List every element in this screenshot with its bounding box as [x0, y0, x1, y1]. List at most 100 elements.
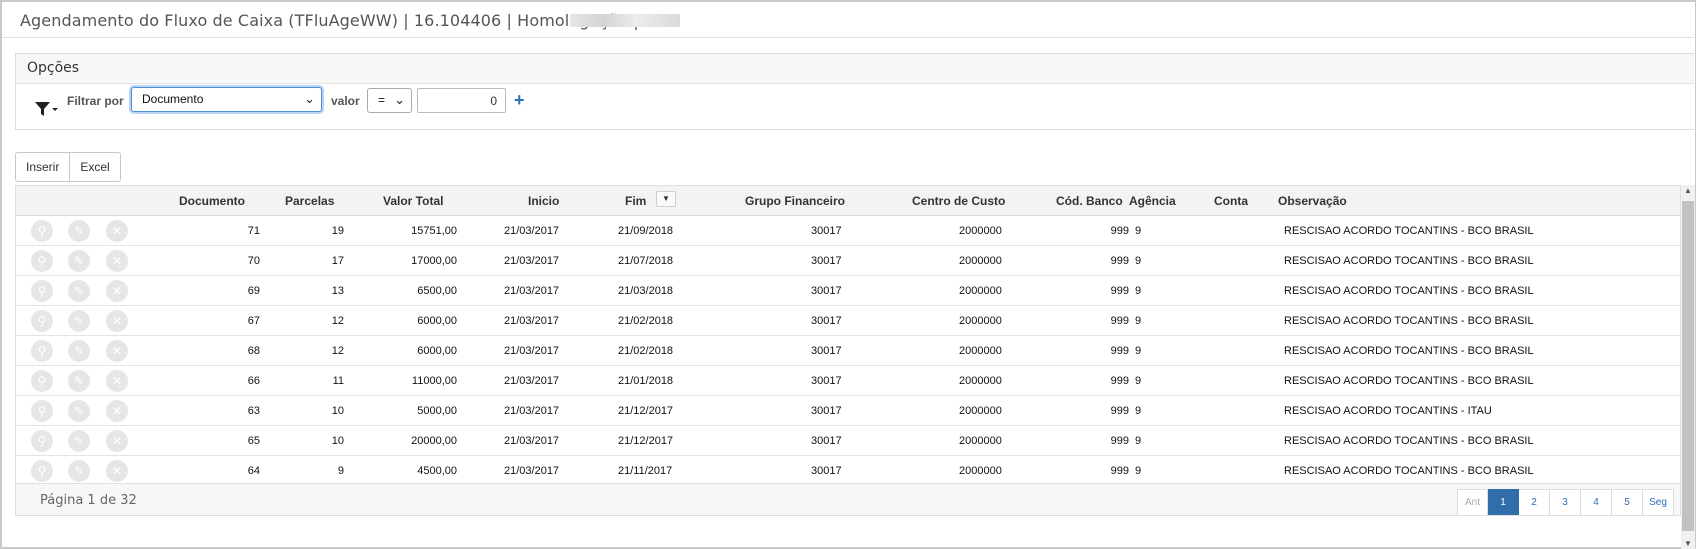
filter-field-value: Documento [142, 92, 204, 106]
delete-icon[interactable]: ✕ [106, 280, 128, 302]
search-icon[interactable]: ⚲ [31, 370, 53, 392]
cell-grupo-financeiro: 30017 [811, 345, 842, 357]
cell-inicio: 21/03/2017 [504, 315, 560, 327]
cell-valor-total: 4500,00 [417, 465, 457, 477]
operator-select[interactable]: = ⌄ [367, 88, 412, 113]
plus-icon[interactable]: + [514, 90, 525, 111]
edit-icon[interactable]: ✎ [68, 310, 90, 332]
table-row[interactable]: ⚲ ✎ ✕ 64 9 4500,00 21/03/2017 21/11/2017 30017 20… [16, 456, 1680, 486]
table-body: ⚲ ✎ ✕ 71 19 15751,00 21/03/2017 21/09/2018 30017… [16, 216, 1680, 515]
delete-icon[interactable]: ✕ [106, 340, 128, 362]
cell-grupo-financeiro: 30017 [811, 405, 842, 417]
col-parcelas[interactable]: Parcelas [285, 194, 334, 208]
funnel-icon[interactable] [33, 98, 59, 120]
cell-documento: 68 [247, 345, 260, 357]
insert-button[interactable]: Inserir [15, 152, 71, 182]
cell-documento: 66 [247, 375, 260, 387]
col-observacao[interactable]: Observação [1278, 194, 1347, 208]
edit-icon[interactable]: ✎ [68, 370, 90, 392]
redacted-username [570, 14, 680, 27]
table-row[interactable]: ⚲ ✎ ✕ 66 11 11000,00 21/03/2017 21/01/2018 30017… [16, 366, 1680, 396]
page-button-5[interactable]: 5 [1612, 489, 1643, 515]
col-valor-total[interactable]: Valor Total [383, 194, 443, 208]
col-agencia[interactable]: Agência [1129, 194, 1176, 208]
cell-fim: 21/01/2018 [618, 375, 674, 387]
cell-grupo-financeiro: 30017 [811, 255, 842, 267]
delete-icon[interactable]: ✕ [106, 220, 128, 242]
search-icon[interactable]: ⚲ [31, 460, 53, 482]
edit-icon[interactable]: ✎ [68, 460, 90, 482]
scroll-down-icon[interactable]: ▼ [1684, 539, 1692, 548]
cell-observacao: RESCISAO ACORDO TOCANTINS - ITAU [1284, 405, 1492, 417]
options-panel-title: Opções [16, 54, 1694, 84]
table-row[interactable]: ⚲ ✎ ✕ 63 10 5000,00 21/03/2017 21/12/2017 30017 2… [16, 396, 1680, 426]
filter-value-input[interactable]: 0 [417, 88, 506, 113]
col-inicio[interactable]: Inicio [528, 194, 559, 208]
delete-icon[interactable]: ✕ [106, 310, 128, 332]
cell-fim: 21/11/2017 [618, 465, 673, 477]
prev-page-button[interactable]: Ant [1457, 489, 1488, 515]
edit-icon[interactable]: ✎ [68, 340, 90, 362]
cell-inicio: 21/03/2017 [504, 255, 560, 267]
search-icon[interactable]: ⚲ [31, 280, 53, 302]
page-button-4[interactable]: 4 [1581, 489, 1612, 515]
cell-fim: 21/12/2017 [618, 435, 674, 447]
table-row[interactable]: ⚲ ✎ ✕ 70 17 17000,00 21/03/2017 21/07/2018 30017… [16, 246, 1680, 276]
cell-centro-de-custo: 2000000 [959, 465, 1002, 477]
search-icon[interactable]: ⚲ [31, 310, 53, 332]
edit-icon[interactable]: ✎ [68, 220, 90, 242]
search-icon[interactable]: ⚲ [31, 400, 53, 422]
col-cod-banco[interactable]: Cód. Banco [1056, 194, 1123, 208]
page-button-1[interactable]: 1 [1488, 489, 1519, 515]
options-panel: Opções Filtrar por Documento ⌄ valor = ⌄… [15, 53, 1694, 130]
cell-observacao: RESCISAO ACORDO TOCANTINS - BCO BRASIL [1284, 285, 1534, 297]
col-grupo-financeiro[interactable]: Grupo Financeiro [745, 194, 845, 208]
table-row[interactable]: ⚲ ✎ ✕ 67 12 6000,00 21/03/2017 21/02/2018 30017 2… [16, 306, 1680, 336]
delete-icon[interactable]: ✕ [106, 430, 128, 452]
delete-icon[interactable]: ✕ [106, 400, 128, 422]
edit-icon[interactable]: ✎ [68, 400, 90, 422]
next-page-button[interactable]: Seg [1643, 489, 1674, 515]
cell-fim: 21/02/2018 [618, 315, 674, 327]
cell-cod-banco: 999 [1110, 465, 1129, 477]
cell-centro-de-custo: 2000000 [959, 255, 1002, 267]
edit-icon[interactable]: ✎ [68, 430, 90, 452]
cell-valor-total: 6000,00 [417, 345, 457, 357]
vertical-scrollbar[interactable]: ▲ ▼ [1681, 185, 1695, 549]
cell-parcelas: 19 [331, 225, 344, 237]
page-info: Página 1 de 32 [40, 493, 137, 508]
filter-field-select[interactable]: Documento ⌄ [131, 87, 322, 112]
table-row[interactable]: ⚲ ✎ ✕ 71 19 15751,00 21/03/2017 21/09/2018 30017… [16, 216, 1680, 246]
search-icon[interactable]: ⚲ [31, 430, 53, 452]
table-footer: Página 1 de 32 Ant 1 2 3 4 5 Seg [16, 483, 1680, 515]
scrollbar-thumb[interactable] [1682, 201, 1694, 531]
cell-grupo-financeiro: 30017 [811, 285, 842, 297]
page-button-3[interactable]: 3 [1550, 489, 1581, 515]
cell-valor-total: 17000,00 [411, 255, 457, 267]
cell-valor-total: 15751,00 [411, 225, 457, 237]
delete-icon[interactable]: ✕ [106, 250, 128, 272]
excel-button[interactable]: Excel [70, 152, 121, 182]
chevron-down-icon: ⌄ [304, 91, 315, 106]
delete-icon[interactable]: ✕ [106, 460, 128, 482]
col-documento[interactable]: Documento [179, 194, 245, 208]
search-icon[interactable]: ⚲ [31, 220, 53, 242]
col-centro-de-custo[interactable]: Centro de Custo [912, 194, 1005, 208]
scroll-up-icon[interactable]: ▲ [1684, 186, 1692, 195]
search-icon[interactable]: ⚲ [31, 340, 53, 362]
cell-agencia: 9 [1135, 465, 1142, 477]
table-row[interactable]: ⚲ ✎ ✕ 68 12 6000,00 21/03/2017 21/02/2018 30017 2… [16, 336, 1680, 366]
table-row[interactable]: ⚲ ✎ ✕ 69 13 6500,00 21/03/2017 21/03/2018 30017 2… [16, 276, 1680, 306]
cell-documento: 64 [247, 465, 260, 477]
search-icon[interactable]: ⚲ [31, 250, 53, 272]
table-row[interactable]: ⚲ ✎ ✕ 65 10 20000,00 21/03/2017 21/12/2017 30017… [16, 426, 1680, 456]
page-button-2[interactable]: 2 [1519, 489, 1550, 515]
col-conta[interactable]: Conta [1214, 194, 1248, 208]
edit-icon[interactable]: ✎ [68, 250, 90, 272]
edit-icon[interactable]: ✎ [68, 280, 90, 302]
cell-valor-total: 11000,00 [411, 375, 457, 387]
col-fim[interactable]: Fim [625, 194, 646, 208]
sort-dropdown-icon[interactable]: ▼ [656, 191, 676, 207]
cell-parcelas: 12 [331, 345, 344, 357]
delete-icon[interactable]: ✕ [106, 370, 128, 392]
